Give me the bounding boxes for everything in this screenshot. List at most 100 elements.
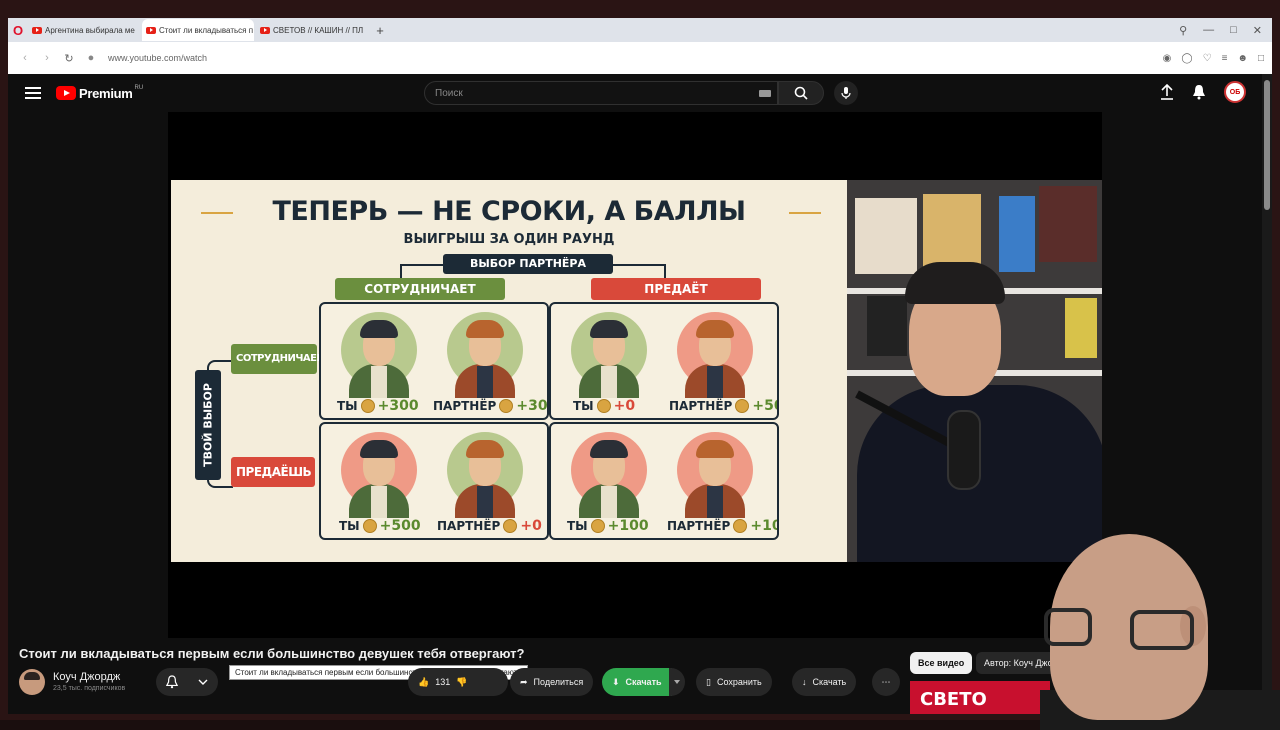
share-button[interactable]: ➦ Поделиться <box>510 668 594 696</box>
new-tab-plus-icon[interactable]: + <box>370 23 390 38</box>
your-choice-text: ТВОЙ ВЫБОР <box>201 383 215 467</box>
hamburger-menu-icon[interactable] <box>25 84 41 102</box>
youtube-play-icon <box>56 86 76 100</box>
save-button[interactable]: ▯ Сохранить <box>696 668 772 696</box>
you-portrait <box>565 310 653 398</box>
bookmark-icon: ▯ <box>706 676 711 687</box>
your-choice-label: ТВОЙ ВЫБОР <box>195 370 221 480</box>
coin-icon <box>499 399 514 413</box>
more-actions-button[interactable]: ⋯ <box>872 668 900 696</box>
streamer-glasses <box>1130 610 1194 650</box>
download-button[interactable]: ↓ Скачать <box>792 668 857 696</box>
more-dots-icon: ⋯ <box>881 676 891 687</box>
partner-portrait <box>441 310 529 398</box>
like-count: 131 <box>435 677 451 687</box>
you-portrait <box>565 430 653 518</box>
caret-down-icon <box>674 680 680 684</box>
close-window-icon[interactable]: ✕ <box>1253 24 1262 37</box>
streamer-webcam-overlay <box>1040 520 1280 730</box>
slide-title: ТЕПЕРЬ — НЕ СРОКИ, А БАЛЛЫ <box>272 196 747 227</box>
browser-tab-label: Стоит ли вкладываться п <box>159 25 254 35</box>
browser-tab-strip: O Аргентина выбирала ме Стоит ли вкладыв… <box>8 18 1272 42</box>
video-player[interactable]: ТЕПЕРЬ — НЕ СРОКИ, А БАЛЛЫ ВЫИГРЫШ ЗА ОД… <box>168 112 1102 638</box>
tab-search-icon[interactable]: ⚲ <box>1179 24 1187 37</box>
book-decor <box>855 198 917 274</box>
microphone-icon <box>841 87 851 99</box>
maximize-icon[interactable]: □ <box>1230 24 1237 37</box>
camera-icon[interactable]: ◉ <box>1163 53 1172 64</box>
download-primary-button[interactable]: ⬇ Скачать <box>602 668 672 696</box>
url-field[interactable]: www.youtube.com/watch <box>108 53 207 63</box>
channel-name[interactable]: Коуч Джордж <box>53 671 120 683</box>
share-icon: ➦ <box>520 676 528 687</box>
browser-tab-label: Аргентина выбирала ме <box>45 25 135 35</box>
chevron-down-icon <box>198 679 208 685</box>
browser-tab-2-active[interactable]: Стоит ли вкладываться п <box>142 19 254 41</box>
bell-icon[interactable] <box>1192 84 1206 100</box>
back-arrow-icon[interactable]: ‹ <box>14 52 36 64</box>
logo-text: Premium <box>79 85 133 101</box>
search-input[interactable]: Поиск <box>424 81 778 105</box>
chip-all-videos[interactable]: Все видео <box>910 652 973 674</box>
search-icon <box>794 86 808 100</box>
address-bar: ‹ › ↻ ● www.youtube.com/watch ◉ ◯ ♡ ≡ ☻ … <box>8 42 1272 74</box>
coin-icon <box>362 519 377 533</box>
coin-icon <box>360 399 375 413</box>
you-score: ТЫ +500 <box>339 518 421 534</box>
coin-icon <box>735 399 750 413</box>
heart-icon[interactable]: ♡ <box>1203 53 1212 64</box>
voice-search-button[interactable] <box>834 81 858 105</box>
keyboard-icon[interactable] <box>759 90 771 97</box>
thumbnail-text: СВЕТО <box>920 689 987 710</box>
subscription-bell-button[interactable] <box>156 668 218 696</box>
bell-icon <box>166 675 178 689</box>
row-you-cooperate: СОТРУДНИЧАЕШЬ <box>231 344 336 374</box>
coin-icon <box>503 519 518 533</box>
download-options-button[interactable] <box>669 668 685 696</box>
minimize-icon[interactable]: — <box>1203 24 1214 37</box>
forward-arrow-icon[interactable]: › <box>36 52 58 64</box>
partner-score: ПАРТНЁР+500 <box>669 398 777 414</box>
extensions-icon[interactable]: □ <box>1258 53 1264 64</box>
download-icon: ↓ <box>802 677 807 687</box>
browser-tab-label: СВЕТОВ // КАШИН // ПЛ <box>273 25 364 35</box>
payoff-cell-betray-betray: ТЫ+100 ПАРТНЁР+100 <box>549 422 779 540</box>
menu-lines-icon[interactable]: ≡ <box>1222 53 1228 64</box>
recommended-thumbnail[interactable]: СВЕТО <box>910 681 1050 714</box>
youtube-header: Premium RU Поиск ОБ <box>8 74 1262 112</box>
like-icon[interactable]: 👍 <box>418 677 429 688</box>
slide-subtitle: ВЫИГРЫШ ЗА ОДИН РАУНД <box>403 232 615 247</box>
download-label: Скачать <box>812 677 847 687</box>
profile-icon[interactable]: ☻ <box>1237 53 1248 64</box>
account-avatar[interactable]: ОБ <box>1224 81 1246 103</box>
coin-icon <box>596 399 611 413</box>
upload-icon[interactable] <box>1160 84 1174 100</box>
presenter-webcam <box>847 180 1102 562</box>
you-score: ТЫ +300 <box>337 398 419 414</box>
partner-portrait <box>671 430 759 518</box>
figure-decor <box>1065 298 1097 358</box>
dislike-icon[interactable]: 👎 <box>456 677 467 688</box>
partner-portrait <box>671 310 759 398</box>
browser-tab-1[interactable]: Аргентина выбирала ме <box>28 19 140 41</box>
partner-choice-label: ВЫБОР ПАРТНЁРА <box>443 254 613 274</box>
search-button[interactable] <box>778 81 824 105</box>
logo-region: RU <box>134 85 144 91</box>
youtube-logo[interactable]: Premium RU <box>56 85 144 101</box>
lock-icon[interactable]: ● <box>80 52 102 64</box>
book-decor <box>1039 186 1097 262</box>
shield-icon[interactable]: ◯ <box>1181 53 1192 64</box>
youtube-favicon-icon <box>146 26 156 34</box>
you-portrait <box>335 310 423 398</box>
browser-tab-3[interactable]: СВЕТОВ // КАШИН // ПЛ <box>256 19 368 41</box>
channel-avatar[interactable] <box>19 669 45 695</box>
row-you-betray: ПРЕДАЁШЬ <box>231 457 315 487</box>
scrollbar-thumb[interactable] <box>1264 80 1270 210</box>
partner-score: ПАРТНЁР +0 <box>437 518 542 534</box>
opera-logo-icon[interactable]: O <box>8 18 28 42</box>
youtube-favicon-icon <box>260 26 270 34</box>
book-decor <box>923 194 981 270</box>
reload-icon[interactable]: ↻ <box>58 52 80 65</box>
like-dislike-button[interactable]: 👍 131 👎 <box>408 668 508 696</box>
download-primary-label: Скачать <box>625 677 662 687</box>
